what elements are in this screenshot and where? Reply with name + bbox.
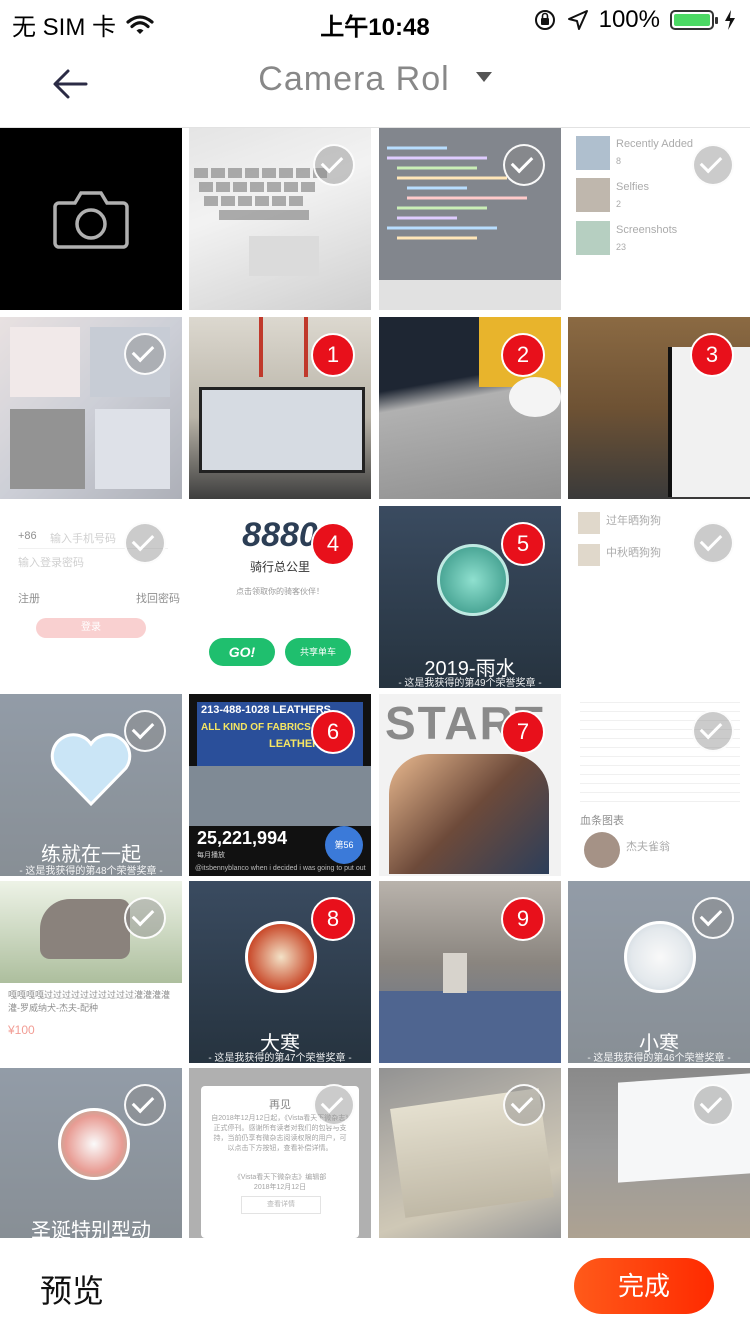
- selection-number-badge[interactable]: 8: [311, 897, 355, 941]
- photo-monitor-desk[interactable]: [568, 1068, 750, 1238]
- screenshot-login[interactable]: +86 输入手机号码 输入登录密码 注册 找回密码 登录: [0, 506, 182, 688]
- medal-sub: - 这是我获得的第49个荣誉奖章 -: [398, 678, 542, 688]
- done-button[interactable]: 完成: [574, 1258, 714, 1314]
- mouse: [509, 377, 561, 417]
- bed-blanket: [379, 991, 561, 1063]
- radiator: [443, 953, 467, 993]
- location-icon: [567, 10, 588, 30]
- screenshot-medal-christmas[interactable]: 圣诞特别型动: [0, 1068, 182, 1238]
- nav-bar: Camera Rol: [0, 40, 750, 128]
- camera-icon: [53, 191, 129, 249]
- selection-number-badge[interactable]: 4: [311, 522, 355, 566]
- album-selector[interactable]: Camera Rol: [0, 60, 750, 99]
- screenshot-dog-list[interactable]: 过年晒狗狗 中秋晒狗狗: [568, 506, 750, 688]
- photo-group-display[interactable]: [379, 1068, 561, 1238]
- screenshot-collage[interactable]: [0, 317, 182, 499]
- medal-image: [245, 921, 317, 993]
- red-cable: [259, 317, 263, 377]
- play-count: 25,221,994: [197, 828, 288, 848]
- photo-monitor-stand[interactable]: 3: [568, 317, 750, 499]
- charging-icon: [725, 10, 735, 30]
- monitor-screen: [199, 387, 365, 473]
- caption: @itsbennyblanco when i decided i was goi…: [195, 865, 366, 872]
- select-check-icon[interactable]: [692, 710, 734, 752]
- album-title: Camera Rol: [258, 60, 450, 98]
- select-check-icon[interactable]: [692, 897, 734, 939]
- anime-characters: [389, 754, 549, 874]
- bottom-bar: 预览 完成: [0, 1238, 750, 1334]
- screenshot-dog-sale[interactable]: 嘎嘎嘎嘎过过过过过过过过过过灌灌灌灌灌-罗威纳犬-杰夫-配种 ¥100: [0, 881, 182, 1063]
- screenshot-medal-xiaohan[interactable]: 小寒 - 这是我获得的第46个荣誉奖章 -: [568, 881, 750, 1063]
- sign-line: ALL KIND OF FABRICS: [201, 722, 311, 733]
- select-check-icon[interactable]: [124, 897, 166, 939]
- select-check-icon[interactable]: [124, 522, 166, 564]
- preview-button[interactable]: 预览: [40, 1266, 104, 1312]
- battery-icon: [670, 10, 718, 30]
- dropdown-triangle-icon: [475, 72, 492, 83]
- screenshot-riding[interactable]: 8880 骑行总公里 点击领取你的骑客伙伴！ GO! 共享单车 4: [189, 506, 371, 688]
- select-check-icon[interactable]: [313, 1084, 355, 1126]
- selection-number-badge[interactable]: 9: [501, 897, 545, 941]
- selection-number-badge[interactable]: 2: [501, 333, 545, 377]
- photo-bedroom[interactable]: 9: [379, 881, 561, 1063]
- select-check-icon[interactable]: [124, 1084, 166, 1126]
- select-check-icon[interactable]: [503, 144, 545, 186]
- sign-line: 213-488-1028 LEATHERS: [201, 704, 332, 716]
- screenshot-leathers-street[interactable]: 213-488-1028 LEATHERS ALL KIND OF FABRIC…: [189, 694, 371, 876]
- select-check-icon[interactable]: [503, 1084, 545, 1126]
- photo-grid: Recently Added 8 Selfies 2 Screenshots 2…: [0, 128, 750, 1238]
- ride-sub: 点击领取你的骑客伙伴！: [236, 587, 324, 596]
- screenshot-medal-heart[interactable]: 练就在一起 - 这是我获得的第48个荣誉奖章 -: [0, 694, 182, 876]
- medal-sub: - 这是我获得的第47个荣誉奖章 -: [208, 1053, 352, 1063]
- photo-desk-monitor[interactable]: 1: [189, 317, 371, 499]
- street-image: [189, 766, 371, 826]
- status-bar: 无 SIM 卡 上午10:48 100%: [0, 0, 750, 41]
- selection-number-badge[interactable]: 6: [311, 710, 355, 754]
- share-bike-thumb: 共享单车: [285, 638, 351, 666]
- selection-number-badge[interactable]: 7: [501, 710, 545, 754]
- photo-anime-poster[interactable]: START 7: [379, 694, 561, 876]
- go-button-thumb: GO!: [209, 638, 275, 666]
- medal-image: [437, 544, 509, 616]
- select-check-icon[interactable]: [313, 144, 355, 186]
- screenshot-farewell-notice[interactable]: 再见 自2018年12月12日起，《Vista看天下微杂志》正式停刊。感谢所有读…: [189, 1068, 371, 1238]
- select-check-icon[interactable]: [692, 144, 734, 186]
- selection-number-badge[interactable]: 1: [311, 333, 355, 377]
- select-check-icon[interactable]: [692, 1084, 734, 1126]
- select-check-icon[interactable]: [692, 522, 734, 564]
- play-count-sub: 每月播放: [197, 852, 225, 859]
- battery-percent: 100%: [598, 6, 660, 33]
- photo-laptop-desk[interactable]: 2: [379, 317, 561, 499]
- selection-number-badge[interactable]: 5: [501, 522, 545, 566]
- camera-capture-tile[interactable]: [0, 128, 182, 310]
- status-right: 100%: [533, 6, 736, 34]
- photo-laptop-keyboard[interactable]: [189, 128, 371, 310]
- screenshot-medal-dahan[interactable]: 大寒 - 这是我获得的第47个荣誉奖章 - 8: [189, 881, 371, 1063]
- red-cable: [304, 317, 308, 377]
- select-check-icon[interactable]: [124, 710, 166, 752]
- select-check-icon[interactable]: [124, 333, 166, 375]
- screenshot-article[interactable]: 血条图表 杰夫雀翁: [568, 694, 750, 876]
- photo-code-editor[interactable]: [379, 128, 561, 310]
- screenshot-medal-yushui[interactable]: 2019-雨水 - 这是我获得的第49个荣誉奖章 - 5: [379, 506, 561, 688]
- orientation-lock-icon: [534, 10, 555, 30]
- rank-circle: 第56: [325, 826, 363, 864]
- screenshot-album-menu[interactable]: Recently Added 8 Selfies 2 Screenshots 2…: [568, 128, 750, 310]
- selection-number-badge[interactable]: 3: [690, 333, 734, 377]
